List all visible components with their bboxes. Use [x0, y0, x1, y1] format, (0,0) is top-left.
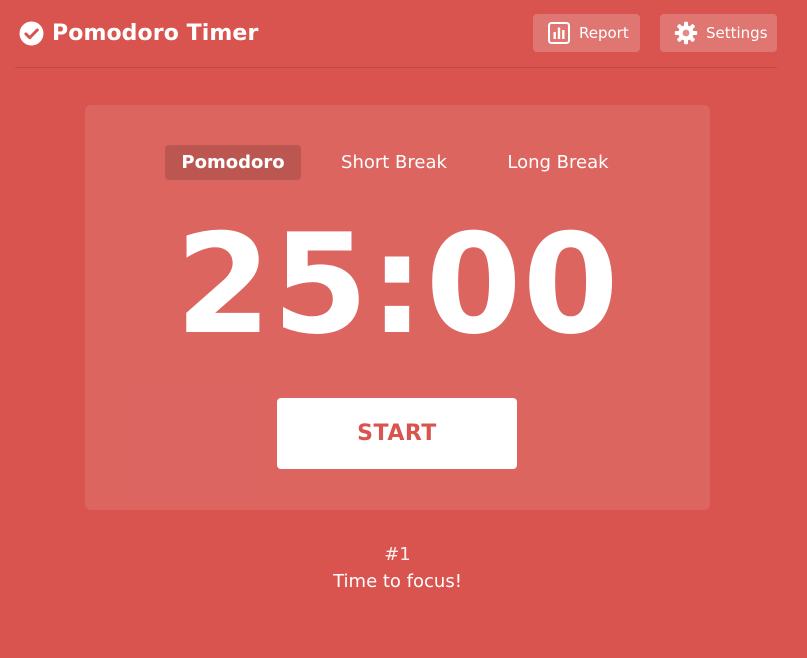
tab-pomodoro[interactable]: Pomodoro — [165, 145, 301, 180]
check-circle-icon — [19, 21, 44, 45]
settings-button[interactable]: Settings — [660, 14, 777, 52]
report-button[interactable]: Report — [533, 14, 640, 52]
report-button-label: Report — [579, 24, 629, 42]
start-button[interactable]: START — [277, 398, 517, 469]
tab-short-break[interactable]: Short Break — [331, 145, 457, 180]
app-title: Pomodoro Timer — [52, 20, 259, 46]
header-divider — [15, 67, 777, 68]
bar-chart-icon — [548, 22, 570, 44]
gear-icon — [674, 21, 698, 45]
session-count: #1 — [384, 544, 411, 565]
timer-display: 25:00 — [175, 204, 620, 365]
session-message: Time to focus! — [333, 571, 462, 592]
tab-long-break[interactable]: Long Break — [496, 145, 620, 180]
app-header: Pomodoro Timer Report Settings — [0, 0, 807, 68]
app-brand[interactable]: Pomodoro Timer — [19, 19, 258, 47]
settings-button-label: Settings — [706, 24, 768, 42]
timer-card: Pomodoro Short Break Long Break 25:00 ST… — [85, 105, 710, 510]
